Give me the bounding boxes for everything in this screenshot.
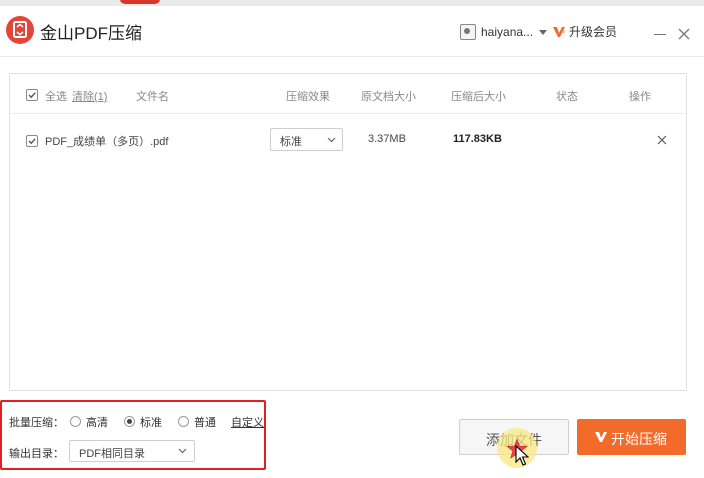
row-filename: PDF_成绩单（多页）.pdf <box>45 136 169 148</box>
checkmark-icon <box>28 92 36 99</box>
chevron-down-icon <box>327 137 336 143</box>
vip-v-icon <box>553 26 565 37</box>
select-all-label[interactable]: 全选 <box>45 88 67 104</box>
start-compress-label: 开始压缩 <box>611 431 667 447</box>
app-title: 金山PDF压缩 <box>40 24 142 43</box>
effect-dropdown[interactable]: 标准 <box>270 128 343 151</box>
output-dir-value: PDF相同目录 <box>79 448 145 460</box>
upgrade-label: 升级会员 <box>569 25 618 39</box>
column-filename: 文件名 <box>136 91 169 103</box>
column-compressed-size: 压缩后大小 <box>451 91 506 103</box>
column-original-size: 原文档大小 <box>361 91 416 103</box>
custom-link[interactable]: 自定义 <box>231 414 264 430</box>
column-effect: 压缩效果 <box>286 91 330 103</box>
user-avatar-icon <box>460 24 476 40</box>
select-all-checkbox[interactable] <box>26 89 38 101</box>
row-checkbox[interactable] <box>26 135 38 147</box>
title-bar: 金山PDF压缩 haiyana... 升级会员 <box>0 6 704 57</box>
radio-standard-label[interactable]: 标准 <box>140 414 162 430</box>
table-row: PDF_成绩单（多页）.pdf 标准 3.37MB 117.83KB <box>10 114 686 164</box>
table-header: 全选 清除(1) 文件名 压缩效果 原文档大小 压缩后大小 状态 操作 <box>10 74 686 114</box>
radio-hd[interactable] <box>70 416 81 427</box>
row-original-size: 3.37MB <box>368 133 406 145</box>
output-dir-dropdown[interactable]: PDF相同目录 <box>69 440 195 462</box>
radio-hd-label[interactable]: 高清 <box>86 414 108 430</box>
file-list-panel: 全选 清除(1) 文件名 压缩效果 原文档大小 压缩后大小 状态 操作 PDF_… <box>9 73 687 391</box>
vip-v-icon <box>595 432 607 442</box>
compression-settings: 批量压缩： 高清 标准 普通 自定义 输出目录： PDF相同目录 <box>0 400 266 470</box>
pdf-compress-logo-icon <box>6 16 34 44</box>
column-action: 操作 <box>629 91 651 103</box>
close-icon[interactable] <box>676 26 692 42</box>
caret-down-icon <box>539 29 548 35</box>
row-compressed-size: 117.83KB <box>453 133 502 145</box>
column-status: 状态 <box>556 91 578 103</box>
radio-standard[interactable] <box>124 416 135 427</box>
checkmark-icon <box>28 138 36 145</box>
user-menu[interactable]: haiyana... <box>460 24 548 40</box>
minimize-icon[interactable] <box>654 34 666 35</box>
start-compress-button[interactable]: 开始压缩 <box>577 419 686 455</box>
mouse-cursor-icon <box>515 445 529 466</box>
chevron-down-icon <box>178 448 187 454</box>
delete-row-icon[interactable] <box>657 135 667 145</box>
radio-normal-label[interactable]: 普通 <box>194 414 216 430</box>
background-tab-highlight <box>120 0 160 4</box>
output-dir-label: 输出目录： <box>9 448 64 460</box>
clear-link[interactable]: 清除(1) <box>72 88 107 104</box>
effect-dropdown-value: 标准 <box>280 136 302 148</box>
radio-normal[interactable] <box>178 416 189 427</box>
upgrade-button[interactable]: 升级会员 <box>552 23 617 40</box>
user-name: haiyana... <box>481 25 534 39</box>
batch-compress-label: 批量压缩： <box>9 417 64 429</box>
